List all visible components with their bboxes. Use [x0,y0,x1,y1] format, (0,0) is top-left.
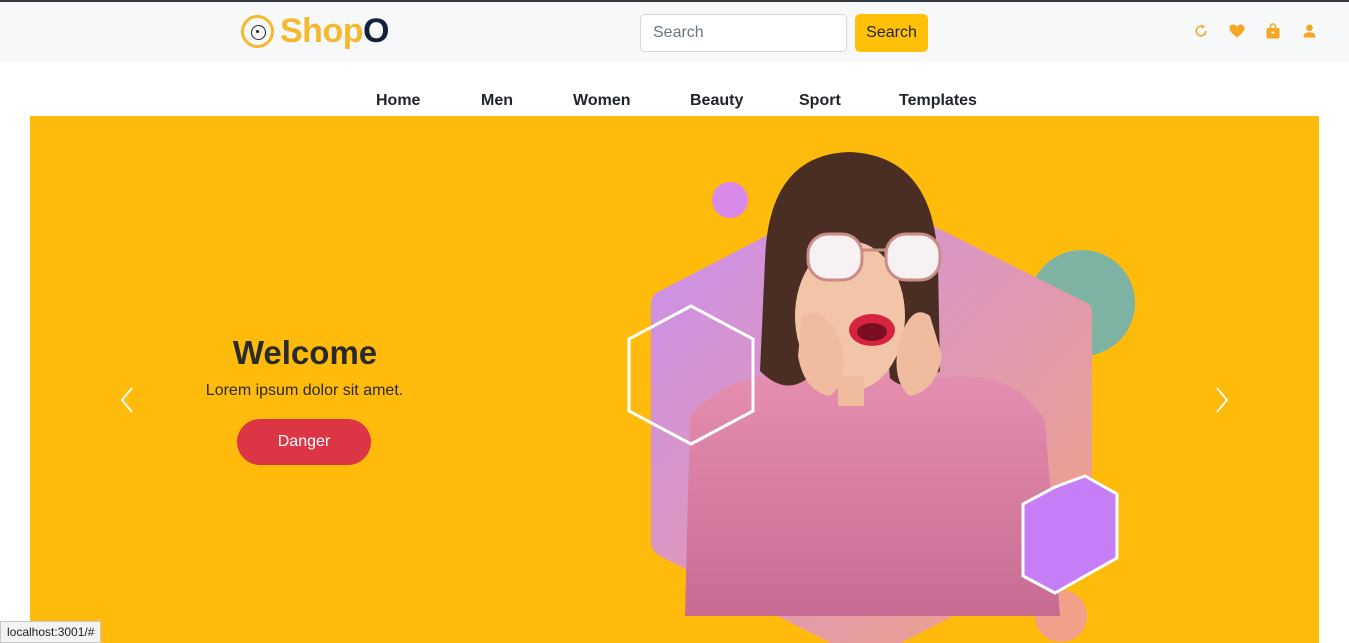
nav-item-beauty[interactable]: Beauty [690,92,743,110]
site-header: ShopO Search [0,2,1349,62]
sunglasses-right-lens [884,232,942,282]
main-nav: Home Men Women Beauty Sport Templates [0,92,1349,116]
search-input[interactable] [640,14,847,52]
nav-item-women[interactable]: Women [573,92,630,110]
brand-name: ShopO [280,12,389,50]
model-neck [838,376,864,406]
model-mouth-inner [857,323,887,341]
hero-danger-button[interactable]: Danger [237,419,371,465]
brand-logo[interactable]: ShopO [241,12,389,50]
nav-item-men[interactable]: Men [481,92,513,110]
hero-subtitle: Lorem ipsum dolor sit amet. [205,382,404,399]
search-button[interactable]: Search [855,14,928,52]
refresh-icon[interactable] [1193,23,1209,39]
heart-icon[interactable] [1229,23,1245,39]
model-coat [685,372,1060,616]
hero-title: Welcome [232,334,378,371]
decor-circle-purple [712,182,748,218]
carousel-next-button[interactable] [1210,384,1234,416]
nav-item-templates[interactable]: Templates [899,92,977,110]
chevron-right-icon [1216,387,1229,413]
shopping-bag-icon[interactable] [1265,23,1281,39]
browser-status-url: localhost:3001/# [0,621,102,643]
user-icon[interactable] [1301,23,1317,39]
carousel-prev-button[interactable] [115,384,139,416]
hero-model-image [627,152,1135,643]
hero-carousel: Welcome Lorem ipsum dolor sit amet. Dang… [30,116,1319,643]
chevron-left-icon [120,387,133,413]
brand-name-accent: O [362,12,389,50]
sunglasses-left-lens [806,232,864,282]
nav-item-home[interactable]: Home [376,92,420,110]
nav-item-sport[interactable]: Sport [799,92,841,110]
target-logo-icon [241,14,274,48]
